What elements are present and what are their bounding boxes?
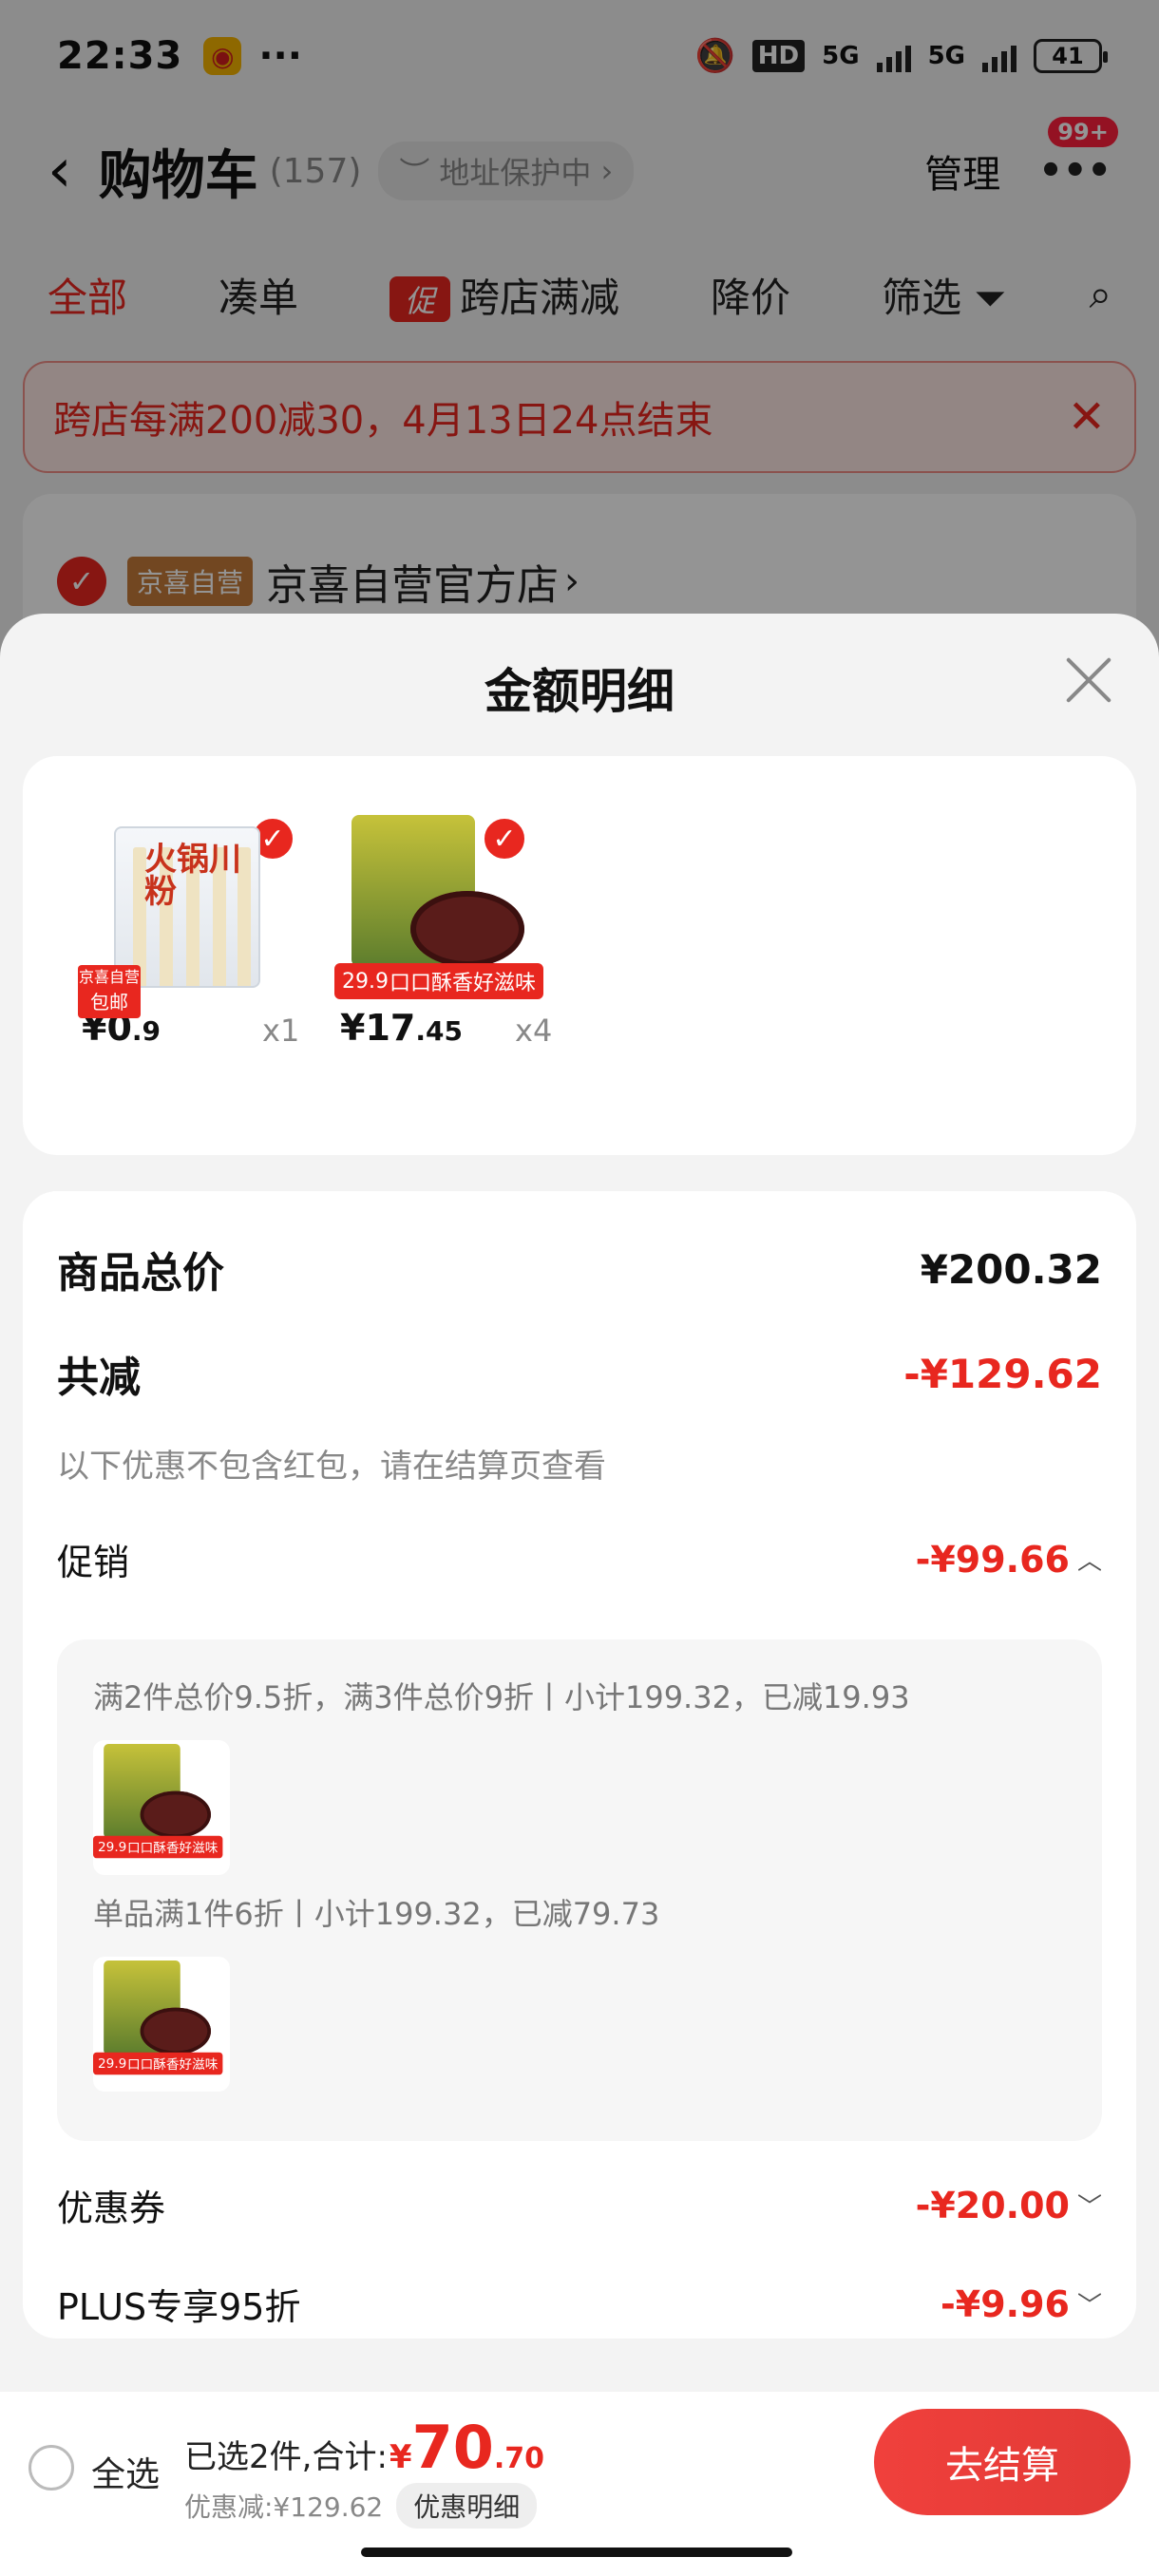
discount-detail-button[interactable]: 优惠明细 <box>396 2483 538 2529</box>
discount-text: 优惠减:¥129.62 <box>184 2491 384 2523</box>
noodle-package-text: 火锅川粉 <box>144 841 241 911</box>
reduce-label: 共减 <box>57 1354 141 1402</box>
jerky-package-image: 29.9 口口酥香好滋味 <box>93 1744 223 1862</box>
item-quantity: x4 <box>515 1013 553 1049</box>
jerky-slogan: 口口酥香好滋味 <box>126 1841 218 1856</box>
item-price-dec: .45 <box>415 1015 463 1047</box>
chevron-up-icon: ︿ <box>1076 1547 1102 1576</box>
item-price-dec: .9 <box>131 1015 162 1047</box>
free-shipping-tag: 京喜自营 包邮 <box>78 965 141 1018</box>
sheet-title: 金额明细 <box>484 664 674 719</box>
promotion-rule-1: 满2件总价9.5折，满3件总价9折丨小计199.32，已减19.93 <box>93 1679 910 1715</box>
chevron-down-icon: ﹀ <box>1076 2193 1102 2222</box>
total-amount-dec: .70 <box>493 2442 545 2475</box>
total-row: 商品总价 ¥200.32 <box>57 1239 1102 1299</box>
total-value: ¥200.32 <box>920 1245 1102 1293</box>
close-icon[interactable] <box>1062 653 1115 707</box>
promotion-label: 促销 <box>57 1542 130 1583</box>
promotion-detail-box: 满2件总价9.5折，满3件总价9折丨小计199.32，已减19.93 29.9 口… <box>57 1639 1102 2141</box>
reduce-row: 共减 -¥129.62 <box>57 1343 1102 1404</box>
reduce-value: -¥129.62 <box>903 1350 1102 1397</box>
checkout-footer: 全选 已选2件,合计: ¥70.70 优惠减:¥129.62 优惠明细 去结算 <box>0 2392 1159 2576</box>
total-amount-int: 70 <box>411 2413 494 2482</box>
promotion-rule-2: 单品满1件6折丨小计199.32，已减79.73 <box>93 1896 660 1932</box>
jerky-price-tag: 29.9 <box>97 2055 127 2072</box>
jerky-slogan: 口口酥香好滋味 <box>389 972 536 995</box>
jerky-package-image: 29.9 口口酥香好滋味 <box>334 815 543 1005</box>
selected-count-text: 已选2件,合计: <box>184 2438 388 2476</box>
jerky-price-tag: 29.9 <box>342 969 389 994</box>
currency-symbol: ¥ <box>389 2438 412 2476</box>
reduce-hint: 以下优惠不包含红包，请在结算页查看 <box>57 1448 606 1486</box>
jerky-package-image: 29.9 口口酥香好滋味 <box>93 1960 223 2078</box>
product-thumbnail[interactable]: 29.9 口口酥香好滋味 <box>93 1740 230 1875</box>
item-price-int: ¥17 <box>340 1007 416 1049</box>
coupon-label: 优惠券 <box>57 2188 166 2229</box>
item-quantity: x1 <box>262 1013 300 1049</box>
promotion-value: -¥99.66 <box>915 1538 1070 1581</box>
select-all-label[interactable]: 全选 <box>91 2447 160 2496</box>
jerky-slogan: 口口酥香好滋味 <box>126 2057 218 2073</box>
discount-summary: 优惠减:¥129.62 优惠明细 <box>184 2483 538 2529</box>
price-breakdown-card: 商品总价 ¥200.32 共减 -¥129.62 以下优惠不包含红包，请在结算页… <box>23 1191 1136 2339</box>
coupon-value: -¥20.00 <box>915 2184 1070 2226</box>
item-price: ¥17.45 <box>340 1007 463 1049</box>
promotion-row[interactable]: 促销 -¥99.66 ︿ <box>57 1533 1102 1585</box>
total-label: 商品总价 <box>57 1249 224 1297</box>
product-thumbnail[interactable]: 29.9 口口酥香好滋味 <box>93 1957 230 2092</box>
coupon-row[interactable]: 优惠券 -¥20.00 ﹀ <box>57 2179 1102 2231</box>
plus-label: PLUS专享95折 <box>57 2286 301 2328</box>
free-shipping-tag-bottom: 包邮 <box>90 991 128 1013</box>
chevron-down-icon: ﹀ <box>1076 2292 1102 2320</box>
plus-row[interactable]: PLUS专享95折 -¥9.96 ﹀ <box>57 2278 1102 2330</box>
plus-value: -¥9.96 <box>940 2282 1070 2325</box>
checkout-button[interactable]: 去结算 <box>874 2409 1130 2515</box>
free-shipping-tag-top: 京喜自营 <box>78 968 140 986</box>
select-all-checkbox[interactable] <box>28 2445 74 2491</box>
noodle-package-image: 火锅川粉 <box>114 826 260 988</box>
jerky-price-tag: 29.9 <box>97 1839 127 1855</box>
home-indicator[interactable] <box>361 2548 792 2557</box>
selected-summary: 已选2件,合计: ¥70.70 <box>184 2413 544 2482</box>
